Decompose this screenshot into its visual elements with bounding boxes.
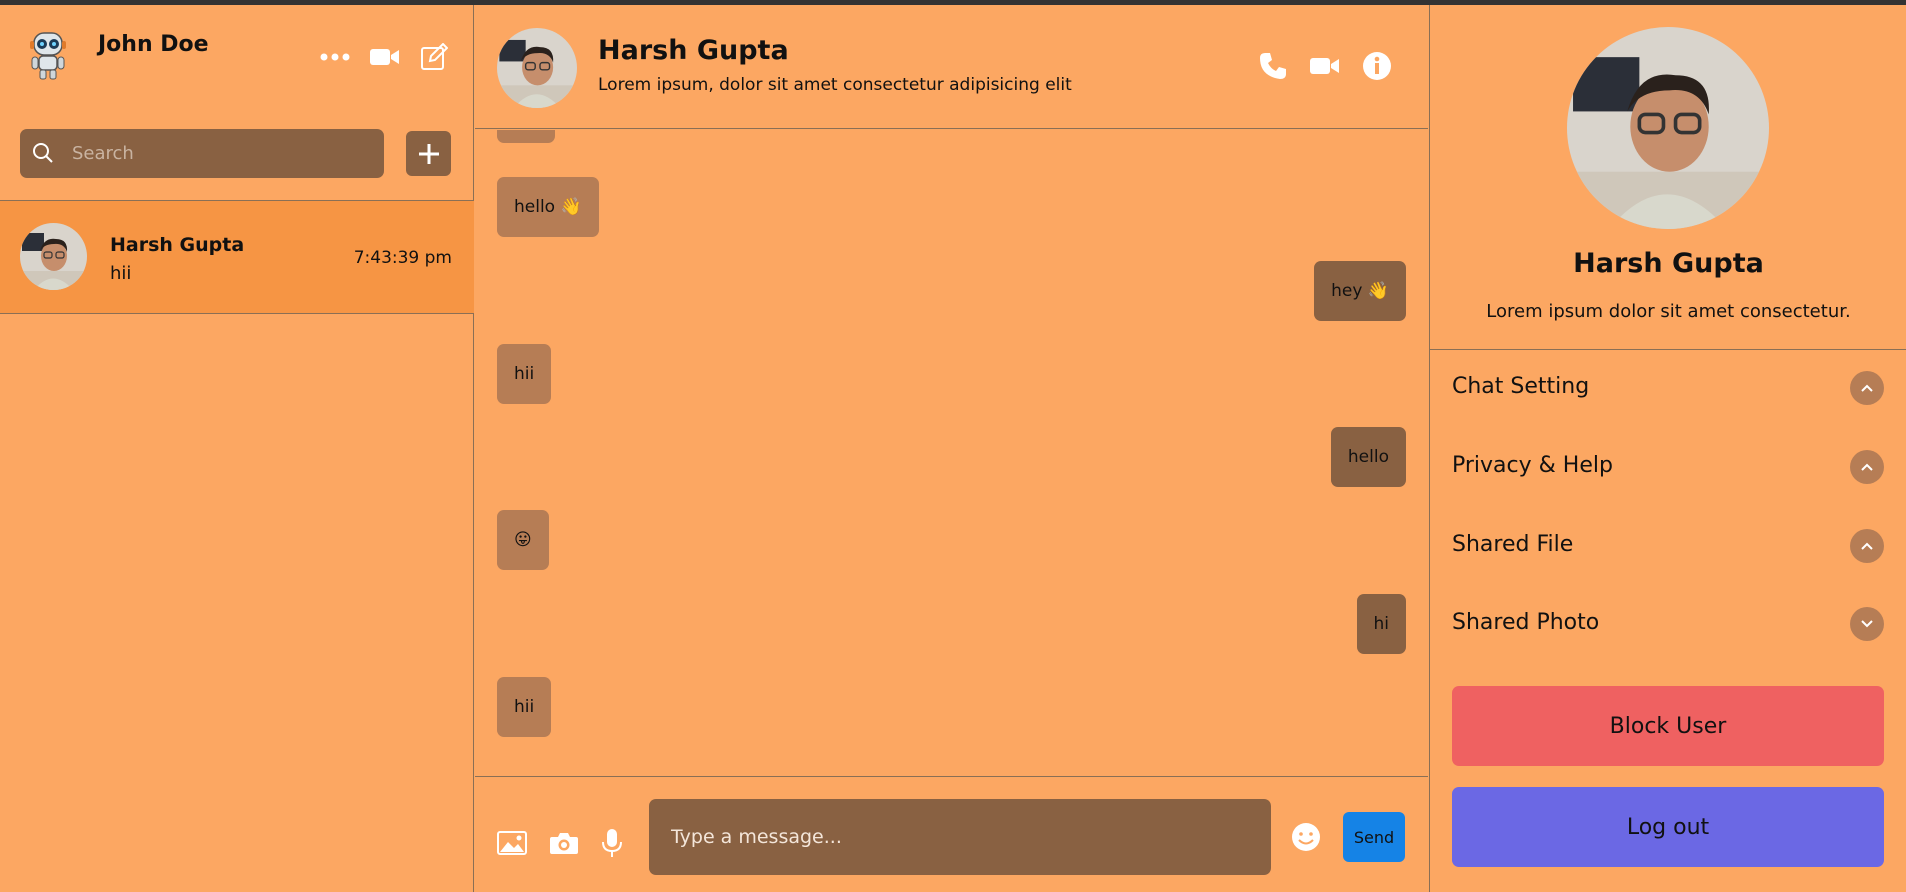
search-input[interactable]	[72, 137, 372, 170]
message-sent: hi	[1356, 594, 1406, 654]
chevron-down-icon[interactable]	[1850, 607, 1884, 641]
message-input[interactable]	[671, 819, 1251, 855]
option-shared-photo[interactable]: Shared Photo	[1452, 604, 1884, 644]
camera-icon[interactable]	[549, 831, 579, 855]
image-icon[interactable]	[497, 831, 527, 855]
send-button[interactable]: Send	[1343, 812, 1405, 862]
option-label: Shared Photo	[1452, 610, 1600, 635]
chat-contact-status: Lorem ipsum, dolor sit amet consectetur …	[598, 75, 1072, 95]
contact-name: Harsh Gupta	[110, 234, 245, 256]
chat-list-item[interactable]: Harsh Gupta hii 7:43:39 pm	[0, 201, 474, 314]
chat-header-actions	[1258, 51, 1392, 81]
microphone-icon[interactable]	[601, 828, 623, 858]
user-name: John Doe	[98, 32, 209, 57]
block-user-button[interactable]: Block User	[1452, 686, 1884, 766]
profile-avatar	[1567, 27, 1769, 229]
chat-contact-name: Harsh Gupta	[598, 35, 789, 66]
video-call-icon[interactable]	[1310, 56, 1340, 76]
message-bubble-partial	[497, 130, 555, 143]
user-avatar	[24, 27, 72, 81]
option-chat-setting[interactable]: Chat Setting	[1452, 368, 1884, 408]
search-box	[20, 129, 384, 178]
contact-details-panel: Harsh Gupta Lorem ipsum dolor sit amet c…	[1429, 5, 1906, 892]
last-message: hii	[110, 263, 132, 284]
message-sent: hello	[1330, 427, 1406, 487]
search-icon	[32, 142, 54, 168]
option-label: Shared File	[1452, 532, 1574, 557]
message-received: hello 👋	[497, 177, 599, 237]
message-received: 😛	[497, 510, 549, 570]
user-actions	[320, 43, 448, 71]
divider	[1430, 349, 1906, 350]
conversation-panel: Harsh Gupta Lorem ipsum, dolor sit amet …	[475, 5, 1428, 892]
option-label: Chat Setting	[1452, 374, 1590, 399]
option-label: Privacy & Help	[1452, 453, 1613, 478]
message-composer: Send	[475, 776, 1428, 892]
message-received: hii	[497, 344, 552, 404]
chat-header: Harsh Gupta Lorem ipsum, dolor sit amet …	[475, 5, 1428, 129]
profile-bio: Lorem ipsum dolor sit amet consectetur.	[1486, 301, 1851, 322]
video-call-icon[interactable]	[370, 47, 400, 67]
chevron-up-icon[interactable]	[1850, 529, 1884, 563]
more-icon[interactable]	[320, 52, 350, 62]
logout-button[interactable]: Log out	[1452, 787, 1884, 867]
message-sent: hey 👋	[1314, 261, 1406, 321]
message-received: hii	[497, 677, 552, 737]
contact-avatar	[20, 223, 87, 290]
chevron-up-icon[interactable]	[1850, 450, 1884, 484]
emoji-icon[interactable]	[1291, 822, 1321, 852]
message-list: hello 👋 hey 👋 hii hello 😛 hi hii	[475, 130, 1428, 776]
chat-list-panel: John Doe Search Harsh Gupta hii 7:43:39 …	[0, 5, 474, 892]
chevron-up-icon[interactable]	[1850, 371, 1884, 405]
profile-name: Harsh Gupta	[1573, 248, 1764, 279]
user-info: John Doe	[0, 5, 474, 105]
message-time: 7:43:39 pm	[353, 248, 452, 268]
chat-avatar	[497, 28, 577, 108]
message-input-box	[649, 799, 1271, 875]
composer-attachments	[497, 828, 623, 858]
option-privacy-help[interactable]: Privacy & Help	[1452, 447, 1884, 487]
phone-icon[interactable]	[1258, 51, 1288, 81]
info-icon[interactable]	[1362, 51, 1392, 81]
option-shared-file[interactable]: Shared File	[1452, 526, 1884, 566]
add-chat-button[interactable]	[406, 131, 451, 176]
compose-icon[interactable]	[420, 43, 448, 71]
